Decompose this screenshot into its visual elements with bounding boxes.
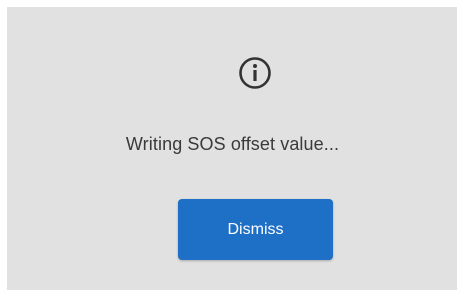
status-message: Writing SOS offset value... [125, 134, 340, 154]
info-icon [236, 54, 274, 92]
screen: Writing SOS offset value... Dismiss [0, 0, 465, 297]
dismiss-button[interactable]: Dismiss [178, 199, 333, 260]
